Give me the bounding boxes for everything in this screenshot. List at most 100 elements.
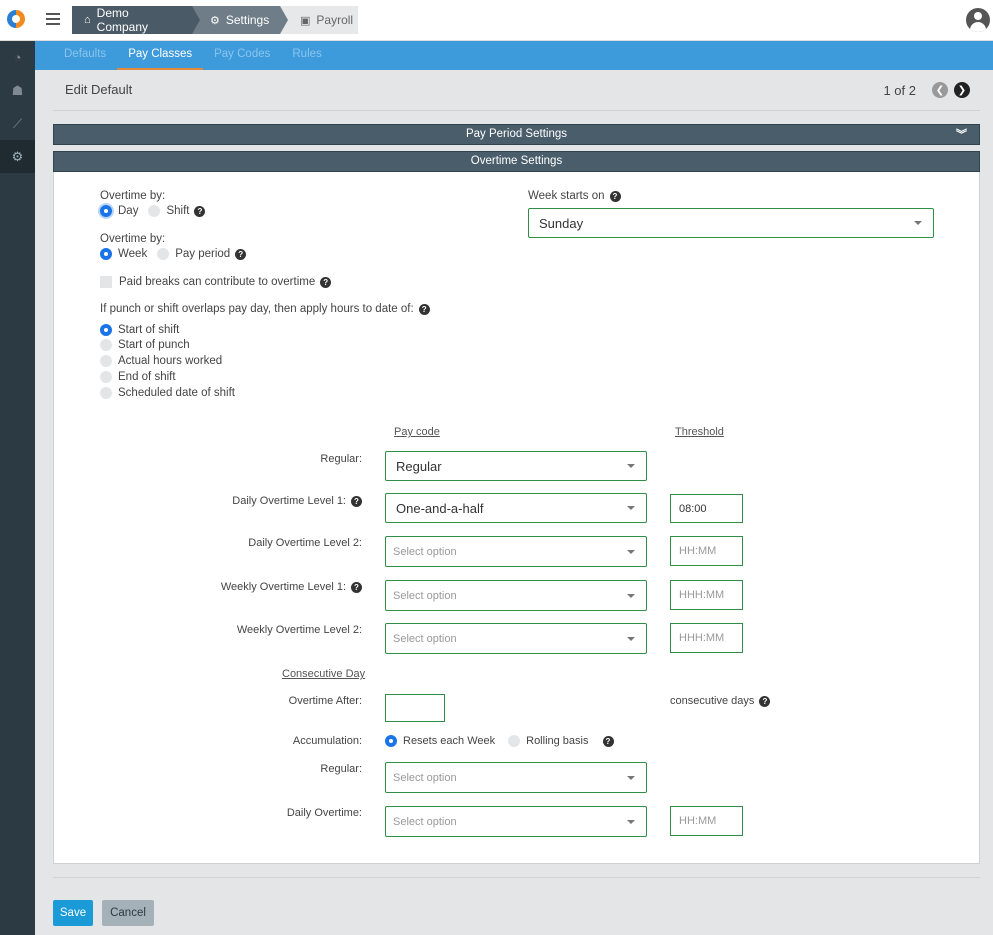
weekly-overtime-level-2-select[interactable]: Select option [385,623,647,654]
radio-label: Start of shift [118,324,180,336]
gear-icon: ⚙ [210,14,220,27]
user-avatar-icon[interactable] [966,8,990,32]
radio-shift[interactable] [148,205,161,217]
radio-start-of-shift[interactable] [100,324,112,336]
daily-overtime-level-2-select[interactable]: Select option [385,536,647,567]
sub-navigation: Defaults Pay Classes Pay Codes Rules [35,41,993,70]
radio-label: Resets each Week [403,735,496,747]
radio-label: Shift [166,205,190,217]
consecutive-day-heading: Consecutive Day [282,668,366,680]
radio-start-of-punch[interactable] [100,339,112,351]
consecutive-days-label-row: consecutive days ? [670,695,771,707]
section-title: Overtime Settings [470,155,563,167]
help-icon[interactable]: ? [235,248,247,260]
pager: 1 of 2 ❮ ❯ [883,82,970,98]
paid-breaks-option: Paid breaks can contribute to overtime ? [100,276,332,288]
consecutive-regular-label: Regular: [320,763,362,775]
radio-end-of-shift[interactable] [100,371,112,383]
radio-day[interactable] [100,205,112,217]
section-title: Pay Period Settings [465,128,567,140]
overtime-by-week-period: Week Pay period ? [100,248,247,260]
help-icon[interactable]: ? [351,495,362,507]
select-value: Sunday [539,215,584,231]
chart-icon[interactable]: ⟋ [0,107,35,140]
radio-label: Rolling basis [526,735,589,747]
consecutive-daily-overtime-threshold[interactable]: HH:MM [670,806,743,836]
tab-pay-codes[interactable]: Pay Codes [203,41,281,70]
money-icon: ▣ [300,14,311,27]
radio-label: Start of punch [118,339,190,351]
overtime-settings-header[interactable]: Overtime Settings [53,151,980,172]
pay-period-settings-header[interactable]: Pay Period Settings ︾ [53,124,980,145]
overtime-after-label: Overtime After: [288,695,362,707]
radio-label: Day [118,205,139,217]
help-icon[interactable]: ? [194,205,206,217]
users-icon[interactable]: ☗ [0,74,35,107]
pager-text: 1 of 2 [883,82,916,98]
page-title: Edit Default [65,82,133,97]
app-logo-icon[interactable] [7,10,25,28]
breadcrumb-settings[interactable]: ⚙ Settings [192,6,288,34]
radio-scheduled-date[interactable] [100,387,112,399]
daily-overtime-level-2-threshold[interactable]: HH:MM [670,536,743,566]
regular-label: Regular: [320,453,362,465]
radio-label: Actual hours worked [118,355,223,367]
radio-pay-period[interactable] [157,248,170,260]
weekly-overtime-level-1-threshold[interactable]: HHH:MM [670,580,743,610]
help-icon[interactable]: ? [320,276,332,288]
select-placeholder: Select option [393,632,457,645]
select-value: One-and-a-half [396,500,484,516]
weekly-overtime-level-1-select[interactable]: Select option [385,580,647,611]
radio-rolling-basis[interactable] [508,735,521,747]
paid-breaks-checkbox[interactable] [100,276,112,288]
breadcrumb-label: Settings [225,13,270,27]
radio-actual-hours[interactable] [100,355,112,367]
overlap-option: Actual hours worked [100,355,222,367]
help-icon[interactable]: ? [351,581,362,593]
overlap-option: Scheduled date of shift [100,387,235,399]
help-icon[interactable]: ? [759,695,771,707]
help-icon[interactable]: ? [418,303,430,315]
overlap-option: End of shift [100,371,176,383]
radio-resets-each-week[interactable] [385,735,397,747]
pay-code-column-header: Pay code [394,426,440,438]
dashboard-icon[interactable]: ◔ [0,41,35,74]
consecutive-regular-select[interactable]: Select option [385,762,647,793]
next-icon[interactable]: ❯ [954,82,970,98]
caret-down-icon [627,819,635,824]
daily-overtime-level-1-label: Daily Overtime Level 1: [232,495,346,507]
weekly-overtime-level-2-threshold[interactable]: HHH:MM [670,623,743,653]
overlap-option: Start of punch [100,339,190,351]
daily-overtime-level-1-select[interactable]: One-and-a-half [385,493,647,523]
gear-icon[interactable]: ⚙ [0,140,35,173]
select-value: Regular [396,458,442,474]
radio-label: Pay period [175,248,231,260]
weekly-overtime-level-2-label: Weekly Overtime Level 2: [236,624,362,636]
help-icon[interactable]: ? [609,190,621,202]
select-placeholder: Select option [393,771,457,784]
daily-overtime-level-1-threshold[interactable]: 08:00 [670,494,743,523]
radio-week[interactable] [100,248,112,260]
week-starts-select[interactable]: Sunday [528,208,934,238]
weekly-overtime-level-1-label-row: Weekly Overtime Level 1:? [221,581,362,593]
regular-pay-code-select[interactable]: Regular [385,451,647,481]
tab-defaults[interactable]: Defaults [53,41,117,70]
tab-pay-classes[interactable]: Pay Classes [117,41,204,70]
overtime-after-input[interactable] [385,694,445,722]
help-icon[interactable]: ? [602,735,614,747]
divider [53,110,980,111]
caret-down-icon [627,593,635,598]
menu-icon[interactable] [46,13,60,25]
cancel-button[interactable]: Cancel [102,900,154,926]
week-starts-label-row: Week starts on ? [528,190,621,202]
overlap-label: If punch or shift overlaps pay day, then… [100,303,414,315]
breadcrumb-payroll[interactable]: ▣ Payroll [280,6,358,34]
caret-down-icon [627,549,635,554]
tab-rules[interactable]: Rules [281,41,332,70]
save-button[interactable]: Save [53,900,93,926]
previous-icon[interactable]: ❮ [932,82,948,98]
consecutive-daily-overtime-select[interactable]: Select option [385,806,647,837]
breadcrumb-company[interactable]: ⌂ Demo Company [72,6,200,34]
overlap-option: Start of shift [100,324,179,336]
breadcrumb-label: Payroll [316,13,354,27]
